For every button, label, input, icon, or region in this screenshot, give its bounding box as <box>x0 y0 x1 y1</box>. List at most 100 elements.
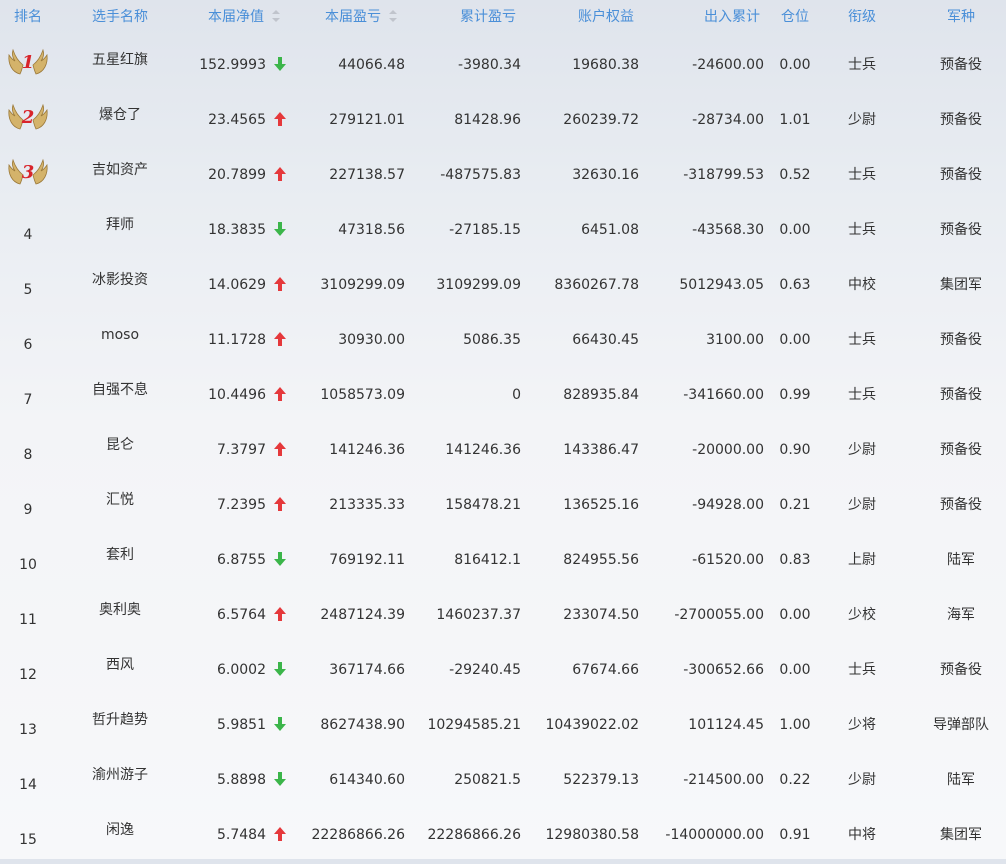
player-name[interactable]: 套利 <box>80 546 160 564</box>
military-rank-value: 少尉 <box>848 442 876 458</box>
table-row[interactable]: 2 爆仓了 23.4565 279121.01 81428.96 260239.72 -28… <box>0 94 1006 149</box>
table-row[interactable]: 13 哲升趋势 5.9851 8627438.90 10294585.21 1043902… <box>0 699 1006 754</box>
rank-number: 15 <box>19 832 37 848</box>
equity-value: 67674.66 <box>572 662 639 678</box>
player-name[interactable]: 冰影投资 <box>80 271 160 289</box>
position-value: 0.83 <box>779 552 811 568</box>
player-name[interactable]: 拜师 <box>80 216 160 234</box>
rank-medal-icon: 3 <box>6 158 50 188</box>
equity-value: 143386.47 <box>563 442 639 458</box>
inout-value: -300652.66 <box>683 662 764 678</box>
arrow-down-icon <box>272 716 288 732</box>
player-name[interactable]: 汇悦 <box>80 491 160 509</box>
position-value: 0.91 <box>779 827 811 843</box>
rank-number: 11 <box>19 612 37 628</box>
inout-value: -318799.53 <box>683 167 764 183</box>
equity-value: 828935.84 <box>563 387 639 403</box>
table-row[interactable]: 7 自强不息 10.4496 1058573.09 0 828935.84 -341660.… <box>0 369 1006 424</box>
pnl-value: 141246.36 <box>329 442 405 458</box>
arm-value: 预备役 <box>940 332 982 348</box>
military-rank-value: 士兵 <box>848 662 876 678</box>
arrow-up-icon <box>272 441 288 457</box>
cum-pnl-value: 81428.96 <box>454 112 521 128</box>
nav-value: 5.9851 <box>217 717 266 733</box>
header-nav-label: 本届净值 <box>208 9 264 25</box>
header-military-rank: 衔级 <box>848 9 876 25</box>
arrow-down-icon <box>272 221 288 237</box>
arm-value: 陆军 <box>947 772 975 788</box>
header-rank: 排名 <box>14 9 42 25</box>
rank-medal-icon: 2 <box>6 103 50 133</box>
arm-value: 预备役 <box>940 497 982 513</box>
rank-number: 7 <box>23 392 33 408</box>
player-name[interactable]: 奥利奥 <box>80 601 160 619</box>
arrow-up-icon <box>272 386 288 402</box>
player-name[interactable]: 渝州游子 <box>80 766 160 784</box>
inout-value: -61520.00 <box>692 552 764 568</box>
inout-value: -214500.00 <box>683 772 764 788</box>
table-row[interactable]: 3 吉如资产 20.7899 227138.57 -487575.83 32630.16 -… <box>0 149 1006 204</box>
table-row[interactable]: 6 moso 11.1728 30930.00 5086.35 66430.45 3100.… <box>0 314 1006 369</box>
equity-value: 66430.45 <box>572 332 639 348</box>
player-name[interactable]: 昆仑 <box>80 436 160 454</box>
equity-value: 136525.16 <box>563 497 639 513</box>
player-name[interactable]: 爆仓了 <box>80 106 160 124</box>
pnl-value: 3109299.09 <box>320 277 405 293</box>
player-name[interactable]: 西风 <box>80 656 160 674</box>
arrow-up-icon <box>272 276 288 292</box>
military-rank-value: 士兵 <box>848 332 876 348</box>
table-row[interactable]: 5 冰影投资 14.0629 3109299.09 3109299.09 8360267.… <box>0 259 1006 314</box>
header-nav-sortable[interactable]: 本届净值 <box>190 8 286 26</box>
leaderboard-table: 排名 选手名称 本届净值 本届盈亏 累计盈亏 账户权益 出入累计 仓位 衔级 军… <box>0 0 1006 859</box>
player-name[interactable]: 闲逸 <box>80 821 160 839</box>
sort-icon[interactable] <box>389 10 397 22</box>
table-row[interactable]: 9 汇悦 7.2395 213335.33 158478.21 136525.16 -949… <box>0 479 1006 534</box>
military-rank-value: 少将 <box>848 717 876 733</box>
arrow-up-icon <box>272 826 288 842</box>
cum-pnl-value: -487575.83 <box>440 167 521 183</box>
player-name[interactable]: 哲升趋势 <box>80 711 160 729</box>
sort-icon[interactable] <box>272 10 280 22</box>
nav-value: 18.3835 <box>208 222 266 238</box>
table-row[interactable]: 8 昆仑 7.3797 141246.36 141246.36 143386.47 -200… <box>0 424 1006 479</box>
position-value: 0.00 <box>779 222 811 238</box>
position-value: 0.00 <box>779 57 811 73</box>
table-row[interactable]: 4 拜师 18.3835 47318.56 -27185.15 6451.08 -43568… <box>0 204 1006 259</box>
equity-value: 233074.50 <box>563 607 639 623</box>
cum-pnl-value: 10294585.21 <box>427 717 521 733</box>
cum-pnl-value: 816412.1 <box>454 552 521 568</box>
nav-value: 5.7484 <box>217 827 266 843</box>
inout-value: -24600.00 <box>692 57 764 73</box>
pnl-value: 8627438.90 <box>320 717 405 733</box>
header-pnl-sortable[interactable]: 本届盈亏 <box>300 8 410 26</box>
cum-pnl-value: -3980.34 <box>458 57 521 73</box>
rank-number: 6 <box>23 337 33 353</box>
equity-value: 12980380.58 <box>545 827 639 843</box>
header-inout: 出入累计 <box>704 9 760 25</box>
table-row[interactable]: 14 渝州游子 5.8898 614340.60 250821.5 522379.13 -2… <box>0 754 1006 809</box>
cum-pnl-value: 5086.35 <box>463 332 521 348</box>
table-row[interactable]: 12 西风 6.0002 367174.66 -29240.45 67674.66 -300… <box>0 644 1006 699</box>
player-name[interactable]: 自强不息 <box>80 381 160 399</box>
position-value: 0.52 <box>779 167 811 183</box>
military-rank-value: 上尉 <box>848 552 876 568</box>
military-rank-value: 少尉 <box>848 112 876 128</box>
table-row[interactable]: 11 奥利奥 6.5764 2487124.39 1460237.37 233074.50… <box>0 589 1006 644</box>
player-name[interactable]: 吉如资产 <box>80 161 160 179</box>
arm-value: 预备役 <box>940 387 982 403</box>
military-rank-value: 中校 <box>848 277 876 293</box>
table-row[interactable]: 1 五星红旗 152.9993 44066.48 -3980.34 19680.38 -24… <box>0 39 1006 94</box>
inout-value: -28734.00 <box>692 112 764 128</box>
table-row[interactable]: 15 闲逸 5.7484 22286866.26 22286866.26 12980380… <box>0 809 1006 864</box>
arrow-up-icon <box>272 111 288 127</box>
pnl-value: 30930.00 <box>338 332 405 348</box>
arm-value: 预备役 <box>940 112 982 128</box>
position-value: 0.90 <box>779 442 811 458</box>
rank-number: 9 <box>23 502 33 518</box>
rank-number: 8 <box>23 447 33 463</box>
nav-value: 14.0629 <box>208 277 266 293</box>
player-name[interactable]: moso <box>80 326 160 344</box>
inout-value: -341660.00 <box>683 387 764 403</box>
player-name[interactable]: 五星红旗 <box>80 51 160 69</box>
table-row[interactable]: 10 套利 6.8755 769192.11 816412.1 824955.56 -615… <box>0 534 1006 589</box>
